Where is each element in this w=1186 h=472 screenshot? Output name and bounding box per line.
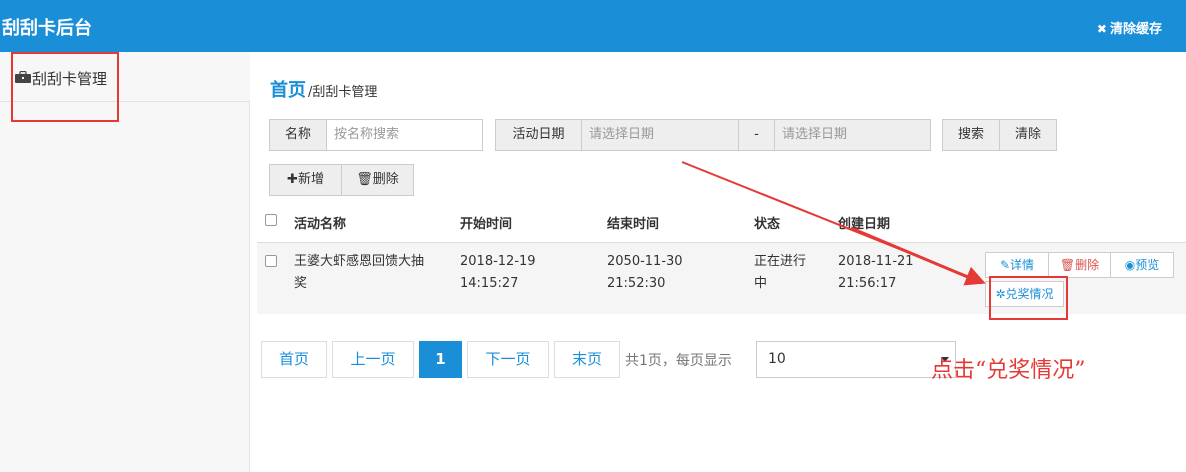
- annotation-text: 点击“兑奖情况”: [931, 358, 1086, 383]
- annotation-arrow: [681, 161, 986, 286]
